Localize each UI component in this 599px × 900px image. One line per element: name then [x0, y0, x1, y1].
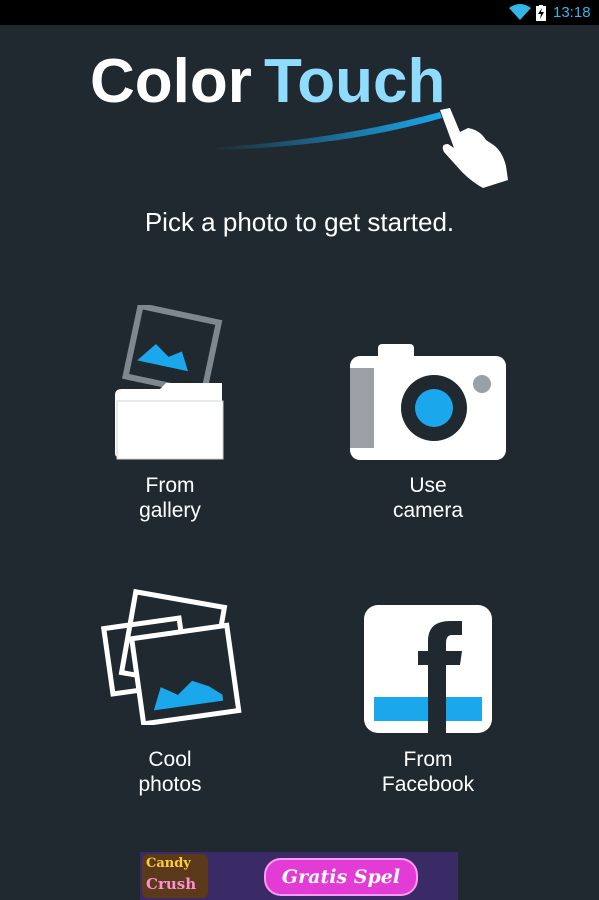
cool-photos-button[interactable]: Cool photos [70, 575, 270, 815]
battery-charging-icon [536, 5, 546, 21]
status-clock: 13:18 [553, 4, 591, 21]
gallery-folder-icon [115, 305, 224, 460]
from-facebook-button[interactable]: From Facebook [328, 575, 528, 815]
tagline: Pick a photo to get started. [144, 207, 455, 237]
from-facebook-label: From Facebook [381, 748, 475, 796]
ad-banner[interactable]: Candy Crush Gratis Spel [140, 852, 458, 900]
use-camera-label: Use camera [392, 474, 464, 522]
status-bar: 13:18 [0, 0, 599, 25]
camera-icon [350, 344, 506, 460]
app-logo: Color Touch [90, 47, 508, 188]
logo-word-color: Color [90, 47, 252, 116]
from-gallery-label: From gallery [139, 474, 201, 522]
logo-word-touch: Touch [264, 47, 445, 116]
pointing-hand-icon [440, 108, 508, 188]
cool-photos-icon [100, 588, 242, 725]
cool-photos-label: Cool photos [138, 748, 202, 796]
facebook-icon [364, 605, 492, 733]
ad-game-logo: Candy Crush [142, 854, 208, 898]
ad-cta-button[interactable]: Gratis Spel [264, 858, 418, 896]
from-gallery-button[interactable]: From gallery [70, 300, 270, 540]
wifi-icon [509, 4, 531, 20]
use-camera-button[interactable]: Use camera [328, 300, 528, 540]
